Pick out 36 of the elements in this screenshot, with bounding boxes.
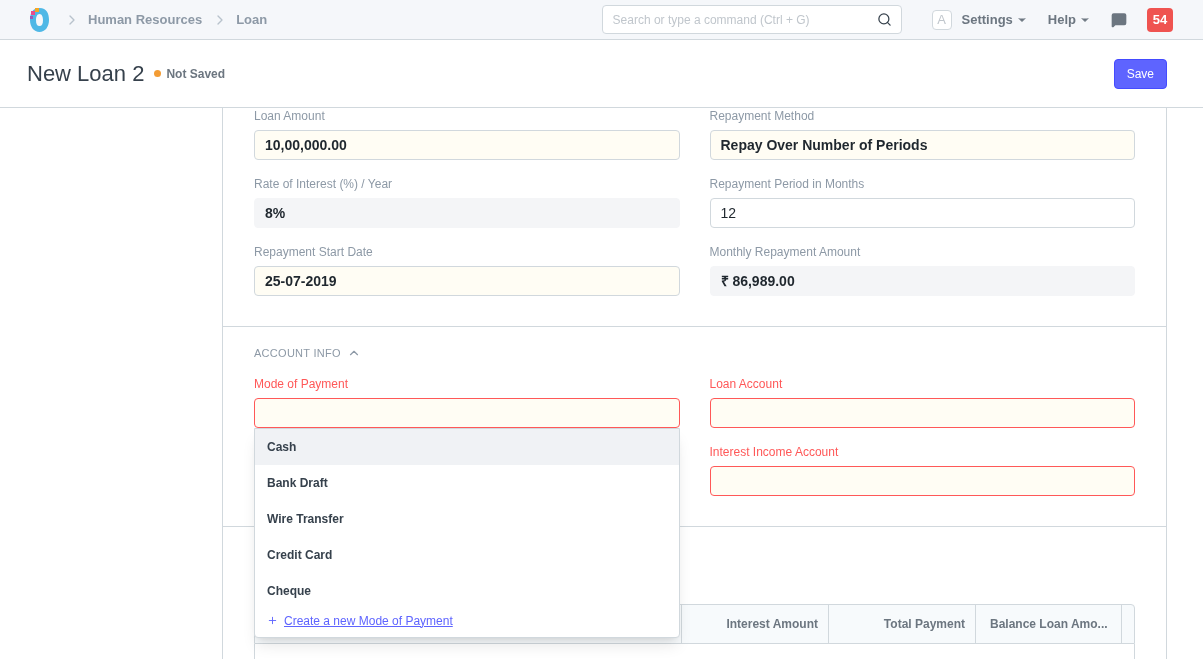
status-text: Not Saved bbox=[166, 65, 226, 83]
input-field[interactable] bbox=[709, 397, 1135, 428]
column-header: Interest Amount bbox=[726, 615, 818, 633]
navbar-menu[interactable]: Help bbox=[1047, 9, 1091, 30]
dropdown-option[interactable]: Cash bbox=[255, 428, 679, 465]
search-icon bbox=[876, 12, 892, 27]
column-header: Total Payment bbox=[883, 615, 965, 633]
navbar-menu[interactable]: Settings bbox=[961, 9, 1028, 30]
form-field[interactable]: Repay Over Number of Periods bbox=[709, 130, 1135, 160]
column-header: Balance Loan Amo... bbox=[990, 615, 1108, 633]
field-label: Repayment Start Date bbox=[254, 244, 374, 260]
chat-icon[interactable] bbox=[1111, 11, 1127, 28]
form-field[interactable]: 10,00,000.00 bbox=[254, 130, 680, 160]
field-label: Loan Account bbox=[709, 375, 784, 392]
field-label: Rate of Interest (%) / Year bbox=[254, 176, 394, 192]
save-button[interactable]: Save bbox=[1113, 58, 1167, 89]
form-field[interactable]: 12 bbox=[709, 198, 1135, 228]
dropdown-option[interactable]: Wire Transfer bbox=[255, 500, 679, 537]
field-label: Loan Amount bbox=[254, 108, 326, 124]
plus-icon bbox=[267, 615, 278, 626]
field-label: Repayment Method bbox=[709, 108, 816, 124]
field-label: Monthly Repayment Amount bbox=[709, 244, 862, 260]
dropdown-option[interactable]: Credit Card bbox=[255, 536, 679, 573]
input-field[interactable] bbox=[709, 465, 1135, 496]
field-label: Interest Income Account bbox=[709, 443, 840, 460]
form-field: 8% bbox=[254, 198, 680, 228]
search-field[interactable]: Search or type a command (Ctrl + G) bbox=[601, 5, 902, 34]
field-label: Mode of Payment bbox=[254, 375, 350, 392]
form-field: ₹ 86,989.00 bbox=[709, 266, 1135, 296]
page-title: New Loan 2 bbox=[27, 60, 145, 88]
field-label: Repayment Period in Months bbox=[709, 176, 866, 192]
dropdown-option[interactable]: Cheque bbox=[255, 572, 679, 609]
input-field[interactable] bbox=[254, 397, 680, 428]
create-link[interactable]: Create a new Mode of Payment bbox=[255, 608, 679, 633]
dropdown-option[interactable]: Bank Draft bbox=[255, 464, 679, 501]
form-field[interactable]: 25-07-2019 bbox=[254, 266, 680, 296]
